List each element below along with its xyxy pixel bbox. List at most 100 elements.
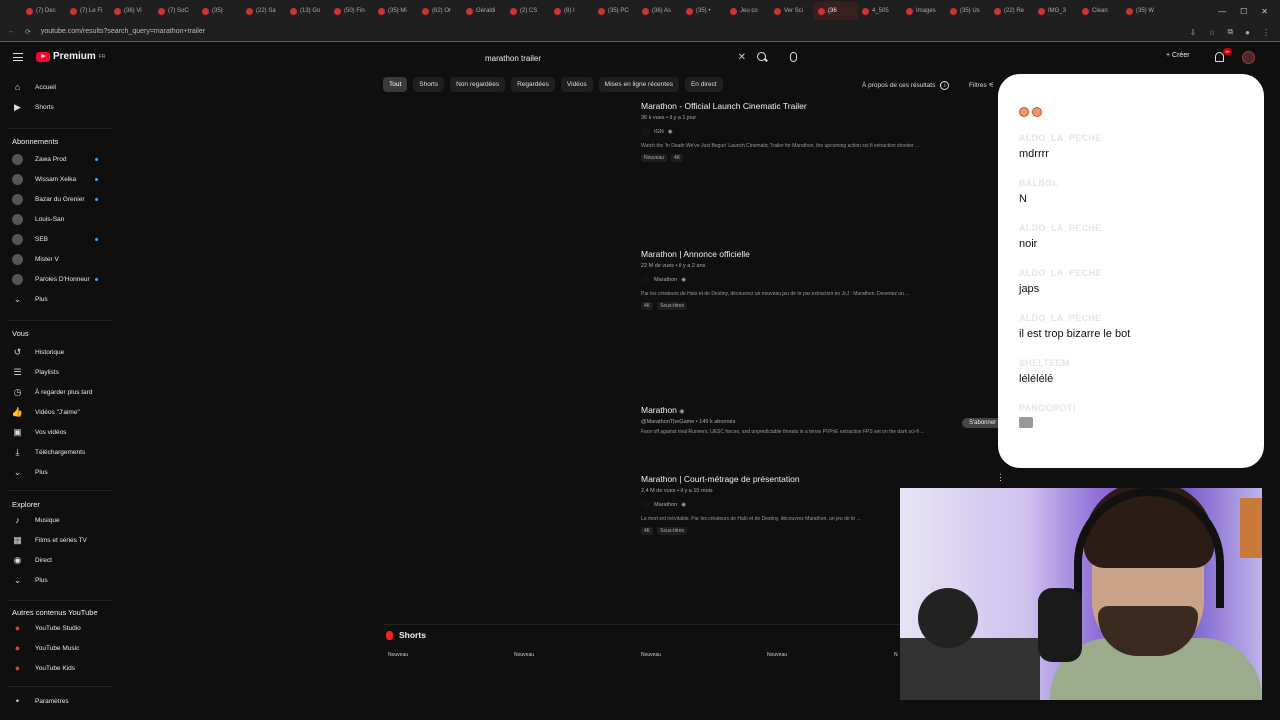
browser-tab[interactable]: (8) I [550,2,594,20]
sidebar-item--regarder-plus-tard[interactable]: ◷ À regarder plus tard [0,384,116,400]
browser-tab[interactable]: Ver Sci [770,2,814,20]
browser-tab[interactable]: (50) Fin [330,2,374,20]
sidebar-item-musique[interactable]: ♪ Musique [0,512,116,528]
video-title[interactable]: Marathon | Annonce officielle [641,249,981,259]
notifications-icon[interactable]: 9+ [1215,48,1232,62]
sidebar-section-heading[interactable]: Autres contenus YouTube [12,608,98,617]
sidebar-item-youtube-music[interactable]: ● YouTube Music [0,640,116,656]
sidebar-item-plus[interactable]: ⌄ Plus [0,291,116,307]
subscribe-button[interactable]: S'abonner [962,418,1004,428]
filter-chip[interactable]: Regardées [511,77,555,92]
back-icon[interactable]: ← [8,28,15,35]
browser-tab[interactable]: Images [902,2,946,20]
sidebar-item-louis-san[interactable]: Louis-San [0,211,116,227]
channel-row[interactable]: Marathon ◉ [641,275,981,284]
search-icon[interactable] [757,52,766,61]
filter-chip[interactable]: Shorts [413,77,445,92]
browser-tab[interactable]: 4_505 [858,2,902,20]
filter-chip[interactable]: Mises en ligne récentes [598,77,679,92]
sidebar-item-mister-v[interactable]: Mister V [0,251,116,267]
account-avatar[interactable] [1242,51,1255,64]
browser-tab[interactable]: Jeu co [726,2,770,20]
browser-tab[interactable]: (35) W [1122,2,1166,20]
browser-tab[interactable]: (36) As [638,2,682,20]
channel-avatar[interactable] [641,127,650,136]
url-field[interactable]: youtube.com/results?search_query=maratho… [41,28,205,35]
browser-tab[interactable]: IMG_3 [1034,2,1078,20]
clear-search-icon[interactable]: ✕ [738,52,746,63]
sidebar-item-direct[interactable]: ◉ Direct [0,552,116,568]
video-title[interactable]: Marathon - Official Launch Cinematic Tra… [641,101,981,111]
browser-tab[interactable]: (22) Sa [242,2,286,20]
profile-icon[interactable]: ● [1245,28,1250,37]
sidebar-item-zawa-prod[interactable]: Zawa Prod [0,151,116,167]
extensions-icon[interactable]: ⧉ [1227,27,1233,37]
video-result[interactable]: Marathon | Annonce officielle 22 M de vu… [641,249,981,310]
browser-tab[interactable]: (35) • [682,2,726,20]
channel-avatar[interactable] [641,500,650,509]
sidebar-item-seb[interactable]: SEB [0,231,116,247]
search-input[interactable]: marathon trailer ✕ [478,49,774,67]
browser-tab[interactable]: Géraldi [462,2,506,20]
sidebar-item-t-l-chargements[interactable]: ⤓ Téléchargements [0,444,116,460]
filter-chip[interactable]: Tout [383,77,408,92]
channel-avatar[interactable] [641,275,650,284]
channel-result[interactable]: Marathon ◉ @MarathonTheGame • 149 k abon… [641,405,981,435]
sidebar-item-historique[interactable]: ↺ Historique [0,344,116,360]
install-icon[interactable]: ⇩ [1190,28,1197,37]
browser-tab[interactable]: (36 [814,2,858,20]
channel-name[interactable]: IGN [654,129,664,135]
close-window-icon[interactable]: ✕ [1261,7,1268,16]
sidebar-section-heading[interactable]: Vous [12,329,29,338]
sidebar-section-heading[interactable]: Abonnements [12,137,58,146]
channel-row[interactable]: IGN ◉ [641,127,981,136]
browser-tab[interactable]: (35) PC [594,2,638,20]
channel-name[interactable]: Marathon [654,277,677,283]
more-options-icon[interactable]: ⋮ [996,472,1005,483]
browser-tab[interactable]: (2) CS [506,2,550,20]
browser-tab[interactable]: (35) Us [946,2,990,20]
sidebar-item-playlists[interactable]: ☰ Playlists [0,364,116,380]
browser-tab[interactable]: (22) Re [990,2,1034,20]
maximize-icon[interactable]: ☐ [1240,7,1247,16]
sidebar-item-youtube-studio[interactable]: ● YouTube Studio [0,620,116,636]
browser-tab[interactable]: (36) Vi [110,2,154,20]
youtube-logo[interactable]: Premium FR [36,51,105,62]
sidebar-item-plus[interactable]: ⌄ Plus [0,464,116,480]
sidebar-item-shorts[interactable]: ▶ Shorts [0,99,116,115]
browser-tab[interactable]: Clean [1078,2,1122,20]
voice-search-icon[interactable] [790,52,797,62]
sidebar-item-vos-vid-os[interactable]: ▣ Vos vidéos [0,424,116,440]
browser-tab[interactable]: (13) Go [286,2,330,20]
browser-tab[interactable]: (35) [198,2,242,20]
sidebar-item-vid-os-j-aime-[interactable]: 👍 Vidéos "J'aime" [0,404,116,420]
channel-name[interactable]: Marathon [654,502,677,508]
sidebar-item-paroles-d-honneur[interactable]: Paroles D'Honneur [0,271,116,287]
sidebar-item-plus[interactable]: ⌄ Plus [0,572,116,588]
about-results[interactable]: À propos de ces résultats i [862,81,950,90]
browser-tab[interactable]: (62) Or [418,2,462,20]
sidebar-item-wissam-xelka[interactable]: Wissam Xelka [0,171,116,187]
browser-tab[interactable]: (7) Le Fi [66,2,110,20]
sidebar-section-heading[interactable]: Explorer [12,500,40,509]
sidebar-item-accueil[interactable]: ⌂ Accueil [0,79,116,95]
filters-button[interactable]: Filtres ⚟ [969,81,994,89]
minimize-icon[interactable]: — [1218,7,1226,16]
sidebar-item-films-et-s-ries-tv[interactable]: ▦ Films et séries TV [0,532,116,548]
channel-result-title[interactable]: Marathon ◉ [641,405,981,415]
sidebar-item-param-tres[interactable]: • Paramètres [0,693,116,709]
create-button[interactable]: + Créer [1166,52,1190,59]
bookmark-star-icon[interactable]: ☆ [1208,28,1215,37]
sidebar-item-youtube-kids[interactable]: ● YouTube Kids [0,660,116,676]
menu-icon[interactable] [13,53,23,61]
reload-icon[interactable]: ⟳ [25,28,31,36]
video-title[interactable]: Marathon | Court-métrage de présentation [641,474,981,484]
filter-chip[interactable]: Vidéos [560,77,593,92]
filter-chip[interactable]: Non regardées [450,77,506,92]
browser-menu-icon[interactable]: ⋮ [1262,28,1270,37]
browser-tab[interactable]: (7) SoC [154,2,198,20]
sidebar-item-bazar-du-grenier[interactable]: Bazar du Grenier [0,191,116,207]
video-result[interactable]: Marathon - Official Launch Cinematic Tra… [641,101,981,162]
browser-tab[interactable]: (35) Mi [374,2,418,20]
filter-chip[interactable]: En direct [684,77,723,92]
